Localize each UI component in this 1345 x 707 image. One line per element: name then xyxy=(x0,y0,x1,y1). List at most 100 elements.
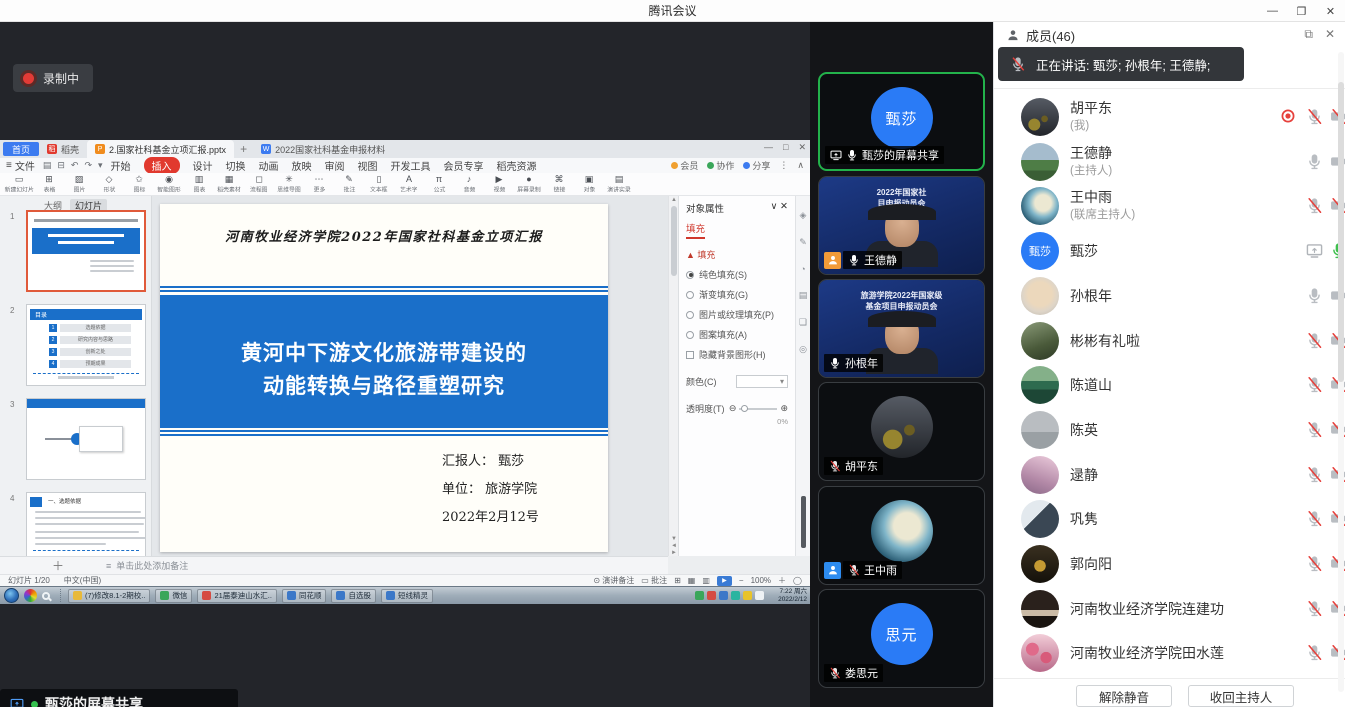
ribbon-批注[interactable]: ✎批注 xyxy=(334,174,364,194)
ribbon-思维导图[interactable]: ✳思维导图 xyxy=(274,174,304,194)
mic-muted-icon[interactable] xyxy=(1306,644,1324,662)
fill-section-header[interactable]: ▲ 填充 xyxy=(686,248,788,261)
member-row[interactable]: 甄莎甄莎 xyxy=(994,230,1345,272)
speaker-notes-toggle[interactable]: ⊙ 演讲备注 xyxy=(593,575,634,586)
ribbon-链接[interactable]: ⌘链接 xyxy=(544,174,574,194)
wps-menu-放映[interactable]: 放映 xyxy=(292,158,312,173)
member-row[interactable]: 郭向阳 xyxy=(994,543,1345,585)
wps-menu-动画[interactable]: 动画 xyxy=(259,158,279,173)
video-tile-甄莎的屏幕共享[interactable]: 甄莎 甄莎的屏幕共享 xyxy=(818,72,985,171)
taskbar-clock[interactable]: 7:22 周六 2022/2/12 xyxy=(765,588,807,604)
hide-background-checkbox[interactable]: 隐藏背景图形(H) xyxy=(686,348,788,361)
slide-thumbnail-1[interactable] xyxy=(26,210,146,292)
ribbon-屏幕录制[interactable]: ●屏幕录制 xyxy=(514,174,544,194)
members-scrollbar[interactable] xyxy=(1338,52,1344,692)
collapse-ribbon-icon[interactable]: ∧ xyxy=(797,160,804,171)
popout-panel-icon[interactable]: ⧉ xyxy=(1304,27,1313,42)
ribbon-图标[interactable]: ✩图标 xyxy=(124,174,154,194)
wps-menu-视图[interactable]: 视图 xyxy=(358,158,378,173)
taskbar-item[interactable]: 21届泰迪山水汇.. xyxy=(197,589,277,603)
slide-thumbnail-4[interactable]: 一、选题依据 xyxy=(26,492,146,556)
zoom-in-icon[interactable]: ＋ xyxy=(778,575,786,586)
member-row[interactable]: 巩隽 xyxy=(994,498,1345,540)
taskbar-item[interactable]: 自选股 xyxy=(331,589,376,603)
member-row[interactable]: 王中雨(联席主持人) xyxy=(994,185,1345,227)
mic-muted-icon[interactable] xyxy=(1306,376,1324,394)
wps-ppt-tab[interactable]: P 2.国家社科基金立项汇报.pptx xyxy=(87,140,234,158)
member-row[interactable]: 陈道山 xyxy=(994,364,1345,406)
ribbon-艺术字[interactable]: A艺术字 xyxy=(394,174,424,194)
zoom-level[interactable]: 100% xyxy=(751,576,771,585)
member-row[interactable]: 陈英 xyxy=(994,409,1345,451)
wps-home-button[interactable]: 首页 xyxy=(3,142,39,156)
sorter-view-icon[interactable]: ▦ xyxy=(688,576,696,585)
member-row[interactable]: 孙根年 xyxy=(994,275,1345,317)
zoom-out-icon[interactable]: − xyxy=(739,576,744,585)
wps-right-协作[interactable]: 协作 xyxy=(707,159,734,172)
fit-slide-icon[interactable]: ◯ xyxy=(793,576,802,585)
wps-menu-会员专享[interactable]: 会员专享 xyxy=(444,158,484,173)
ribbon-图片[interactable]: ▨图片 xyxy=(64,174,94,194)
video-tile-王德静[interactable]: 2022年国家社目申报动员会 王德静 xyxy=(818,176,985,275)
ribbon-音频[interactable]: ♪音频 xyxy=(454,174,484,194)
mic-muted-icon[interactable] xyxy=(1306,332,1324,350)
mic-muted-icon[interactable] xyxy=(1306,466,1324,484)
comments-toggle[interactable]: ▭ 批注 xyxy=(641,575,667,586)
wps-notes-bar[interactable]: ＋ ≡ 单击此处添加备注 xyxy=(0,556,668,574)
mic-muted-icon[interactable] xyxy=(1306,197,1324,215)
member-row[interactable]: 王德静(主持人) xyxy=(994,141,1345,183)
canvas-scrollbar[interactable]: ▲ ▼ ◄ ► xyxy=(668,196,678,556)
wps-slide-canvas[interactable]: 河南牧业经济学院2022年国家社科基金立项汇报 黄河中下游文化旅游带建设的 动能… xyxy=(152,196,668,556)
wps-menu-设计[interactable]: 设计 xyxy=(193,158,213,173)
mic-muted-icon[interactable] xyxy=(1306,510,1324,528)
wps-menu-切换[interactable]: 切换 xyxy=(226,158,246,173)
member-row[interactable]: 河南牧业经济学院田水莲 xyxy=(994,632,1345,674)
ribbon-对象[interactable]: ▣对象 xyxy=(574,174,604,194)
video-tile-胡平东[interactable]: 胡平东 xyxy=(818,382,985,481)
system-tray[interactable] xyxy=(695,591,764,600)
wps-menu-开始[interactable]: 开始 xyxy=(111,158,131,173)
wps-docer-tab[interactable]: 稻 稻壳 xyxy=(39,140,87,158)
mic-muted-icon[interactable] xyxy=(1306,108,1324,126)
wps-new-tab-button[interactable]: + xyxy=(234,142,253,156)
recording-icon[interactable] xyxy=(1280,108,1298,126)
normal-view-icon[interactable]: ⊞ xyxy=(674,576,681,585)
member-row[interactable]: 河南牧业经济学院连建功 xyxy=(994,588,1345,630)
video-tile-娄思元[interactable]: 思元 娄思元 xyxy=(818,589,985,688)
fill-option[interactable]: 图案填充(A) xyxy=(686,328,788,341)
member-row[interactable]: 逯静 xyxy=(994,454,1345,496)
unmute-button[interactable]: 解除静音 xyxy=(1076,685,1172,707)
slide-thumbnail-2[interactable]: 目录 1 选题依据 2 研究内容与思路 3 创新之处 4 预期成果 xyxy=(26,304,146,386)
props-controls[interactable]: ∨ ✕ xyxy=(770,201,788,215)
fill-option[interactable]: 图片或纹理填充(P) xyxy=(686,308,788,321)
video-tile-孙根年[interactable]: 旅游学院2022年国家级基金项目申报动员会 孙根年 xyxy=(818,279,985,378)
add-slide-icon[interactable]: ＋ xyxy=(52,557,64,574)
wps-menu-插入[interactable]: 插入 xyxy=(144,157,180,174)
video-tile-王中雨[interactable]: 王中雨 xyxy=(818,486,985,585)
ribbon-文本框[interactable]: ▯文本框 xyxy=(364,174,394,194)
minimize-icon[interactable]: — xyxy=(1258,0,1287,22)
ribbon-更多[interactable]: ⋯更多 xyxy=(304,174,334,194)
slide-thumbnail-3[interactable] xyxy=(26,398,146,480)
mic-muted-icon[interactable] xyxy=(1306,600,1324,618)
mic-on-icon[interactable] xyxy=(1306,287,1324,305)
transparency-slider[interactable]: ⊖ ⊕ xyxy=(729,403,788,414)
browser-icon[interactable] xyxy=(24,589,37,602)
wps-doc-tab[interactable]: W 2022国家社科基金申报材料 xyxy=(253,140,393,158)
fill-tab[interactable]: 填充 xyxy=(686,221,705,239)
mic-muted-icon[interactable] xyxy=(1306,421,1324,439)
wps-menu-审阅[interactable]: 审阅 xyxy=(325,158,345,173)
wps-side-icon-strip[interactable]: ◈ ✎ ◔ ▤ ❏ ◎ xyxy=(795,196,810,556)
reclaim-host-button[interactable]: 收回主持人 xyxy=(1188,685,1294,707)
wps-window-controls[interactable]: —□✕ xyxy=(764,142,806,153)
wps-right-会员[interactable]: 会员 xyxy=(671,159,698,172)
kebab-icon[interactable]: ⋮ xyxy=(779,160,788,171)
wps-file-menu[interactable]: ≡ 文件 xyxy=(6,158,35,173)
close-icon[interactable]: ✕ xyxy=(1316,0,1345,22)
ribbon-视频[interactable]: ▶视频 xyxy=(484,174,514,194)
wps-right-分享[interactable]: 分享 xyxy=(743,159,770,172)
member-row[interactable]: 彬彬有礼啦 xyxy=(994,320,1345,362)
color-dropdown[interactable]: ▾ xyxy=(736,375,788,388)
screen-share-icon[interactable] xyxy=(1306,242,1324,260)
mic-muted-icon[interactable] xyxy=(1306,555,1324,573)
